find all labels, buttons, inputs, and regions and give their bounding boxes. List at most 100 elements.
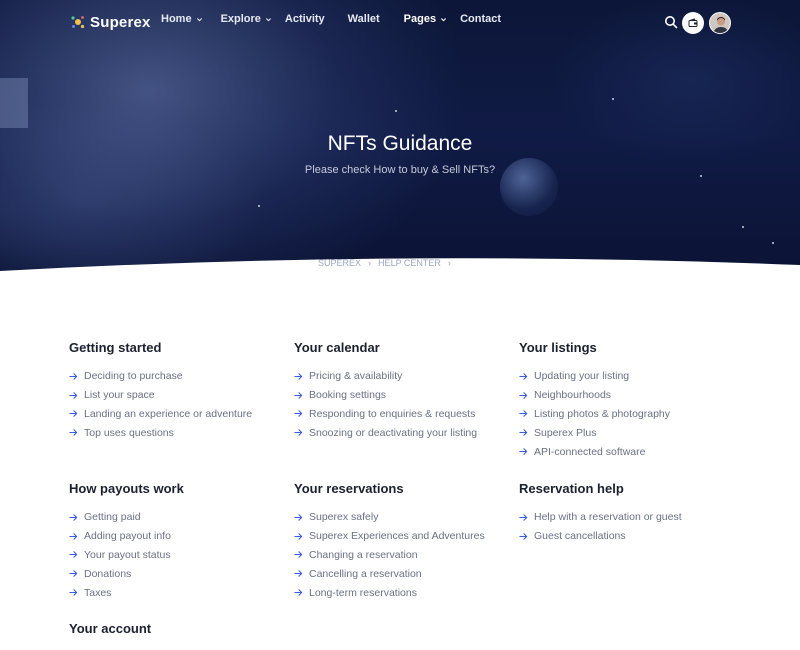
brand-name: Superex	[90, 13, 151, 31]
topic-link[interactable]: Snoozing or deactivating your listing	[294, 423, 477, 442]
topic-link[interactable]: Listing photos & photography	[519, 405, 670, 424]
topic-link[interactable]: List your space	[69, 386, 252, 405]
star	[395, 110, 397, 112]
arrow-right-icon	[519, 514, 528, 521]
wallet-icon	[688, 18, 698, 27]
topic-link[interactable]: Guest cancellations	[519, 527, 682, 546]
topic-link[interactable]: Responding to enquiries & requests	[294, 405, 477, 424]
chevron-right-icon: ›	[368, 258, 372, 268]
section-title: Your listings	[519, 340, 597, 355]
arrow-right-icon	[519, 391, 528, 399]
topic-link[interactable]: Updating your listing	[519, 367, 670, 386]
nav-contact[interactable]: Contact	[460, 13, 501, 25]
arrow-right-icon	[69, 391, 78, 399]
help-section: Your listings Updating your listing Neighb…	[519, 340, 670, 461]
topic-link[interactable]: API-connected software	[519, 442, 670, 461]
topic-label: Donations	[84, 567, 132, 580]
topic-list: Getting paid Adding payout info Your payou…	[69, 508, 184, 602]
topic-label: Long-term reservations	[309, 586, 417, 599]
nav-home[interactable]: Home	[161, 13, 203, 25]
arrow-right-icon	[294, 410, 303, 418]
nav-label: Explore	[220, 13, 261, 25]
help-section: Your calendar Pricing & availability Booki…	[294, 340, 477, 442]
help-section: Reservation help Help with a reservation …	[519, 481, 682, 546]
star	[612, 98, 614, 100]
section-title: Reservation help	[519, 481, 624, 496]
arrow-right-icon	[294, 429, 303, 437]
topic-list: Superex safely Superex Experiences and Ad…	[294, 508, 485, 602]
topic-link[interactable]: Superex safely	[294, 508, 485, 527]
arrow-right-icon	[294, 514, 303, 521]
user-avatar[interactable]	[709, 12, 731, 34]
topic-link[interactable]: Superex Plus	[519, 423, 670, 442]
topic-label: Pricing & availability	[309, 370, 403, 383]
topic-link[interactable]: Your payout status	[69, 546, 184, 565]
topic-label: Deciding to purchase	[84, 370, 183, 383]
topic-label: Getting paid	[84, 511, 141, 524]
star	[742, 226, 744, 228]
topic-link[interactable]: Top uses questions	[69, 423, 252, 442]
topic-label: Guest cancellations	[534, 530, 626, 543]
topic-link[interactable]: Cancelling a reservation	[294, 564, 485, 583]
topic-list: Deciding to purchase List your space Landi…	[69, 367, 252, 442]
topic-link[interactable]: Deciding to purchase	[69, 367, 252, 386]
help-section: Your account	[69, 621, 151, 636]
topic-label: Top uses questions	[84, 426, 174, 439]
search-icon[interactable]	[664, 15, 678, 29]
topic-link[interactable]: Booking settings	[294, 386, 477, 405]
topic-link[interactable]: Changing a reservation	[294, 546, 485, 565]
nav-label: Pages	[403, 13, 437, 25]
wallet-button[interactable]	[682, 12, 704, 34]
chevron-down-icon	[196, 17, 202, 21]
arrow-right-icon	[69, 551, 78, 559]
nav-pages[interactable]: Pages	[404, 13, 447, 25]
nav-wallet[interactable]: Wallet	[348, 13, 380, 25]
topic-label: Updating your listing	[534, 370, 630, 383]
brand-logo[interactable]: Superex	[70, 11, 151, 33]
section-title: Your reservations	[294, 481, 404, 496]
topic-label: Taxes	[84, 586, 112, 599]
nav-explore[interactable]: Explore	[221, 13, 272, 25]
help-section: Your reservations Superex safely Superex E…	[294, 481, 485, 602]
chevron-down-icon	[265, 17, 271, 21]
side-tab[interactable]	[0, 78, 28, 128]
arrow-right-icon	[69, 570, 78, 578]
section-title: Your calendar	[294, 340, 380, 355]
topic-link[interactable]: Donations	[69, 564, 184, 583]
topic-label: Cancelling a reservation	[309, 567, 422, 580]
topic-label: Neighbourhoods	[534, 389, 612, 402]
arrow-right-icon	[519, 410, 528, 418]
topic-link[interactable]: Taxes	[69, 583, 184, 602]
topic-label: API-connected software	[534, 445, 646, 458]
section-title: Getting started	[69, 340, 162, 355]
topic-link[interactable]: Landing an experience or adventure	[69, 405, 252, 424]
nav-label: Activity	[284, 13, 325, 25]
topic-link[interactable]: Adding payout info	[69, 527, 184, 546]
arrow-right-icon	[69, 589, 78, 596]
breadcrumb-current: FAQS	[457, 258, 482, 268]
breadcrumb-item[interactable]: HELP CENTER	[378, 258, 441, 268]
topic-link[interactable]: Pricing & availability	[294, 367, 477, 386]
breadcrumb-item[interactable]: SUPEREX	[318, 258, 361, 268]
arrow-right-icon	[69, 410, 78, 418]
section-title: Your account	[69, 621, 152, 636]
topic-link[interactable]: Long-term reservations	[294, 583, 485, 602]
section-title: How payouts work	[69, 481, 184, 496]
help-section: Getting started Deciding to purchase List …	[69, 340, 252, 442]
topic-label: Landing an experience or adventure	[84, 407, 253, 420]
topic-label: Responding to enquiries & requests	[309, 407, 476, 420]
arrow-right-icon	[69, 429, 78, 437]
topic-link[interactable]: Superex Experiences and Adventures	[294, 527, 485, 546]
arrow-right-icon	[294, 391, 303, 399]
topic-label: Superex Experiences and Adventures	[309, 530, 485, 543]
topic-link[interactable]: Neighbourhoods	[519, 386, 670, 405]
main-nav: Home Explore Activity Wallet Pages Conta…	[161, 13, 501, 25]
topic-label: Booking settings	[309, 389, 387, 402]
nav-label: Home	[161, 13, 192, 25]
topic-link[interactable]: Help with a reservation or guest	[519, 508, 682, 527]
nav-activity[interactable]: Activity	[285, 13, 325, 25]
nav-label: Contact	[460, 13, 502, 25]
arrow-right-icon	[294, 570, 303, 578]
arrow-right-icon	[69, 373, 78, 380]
topic-link[interactable]: Getting paid	[69, 508, 184, 527]
